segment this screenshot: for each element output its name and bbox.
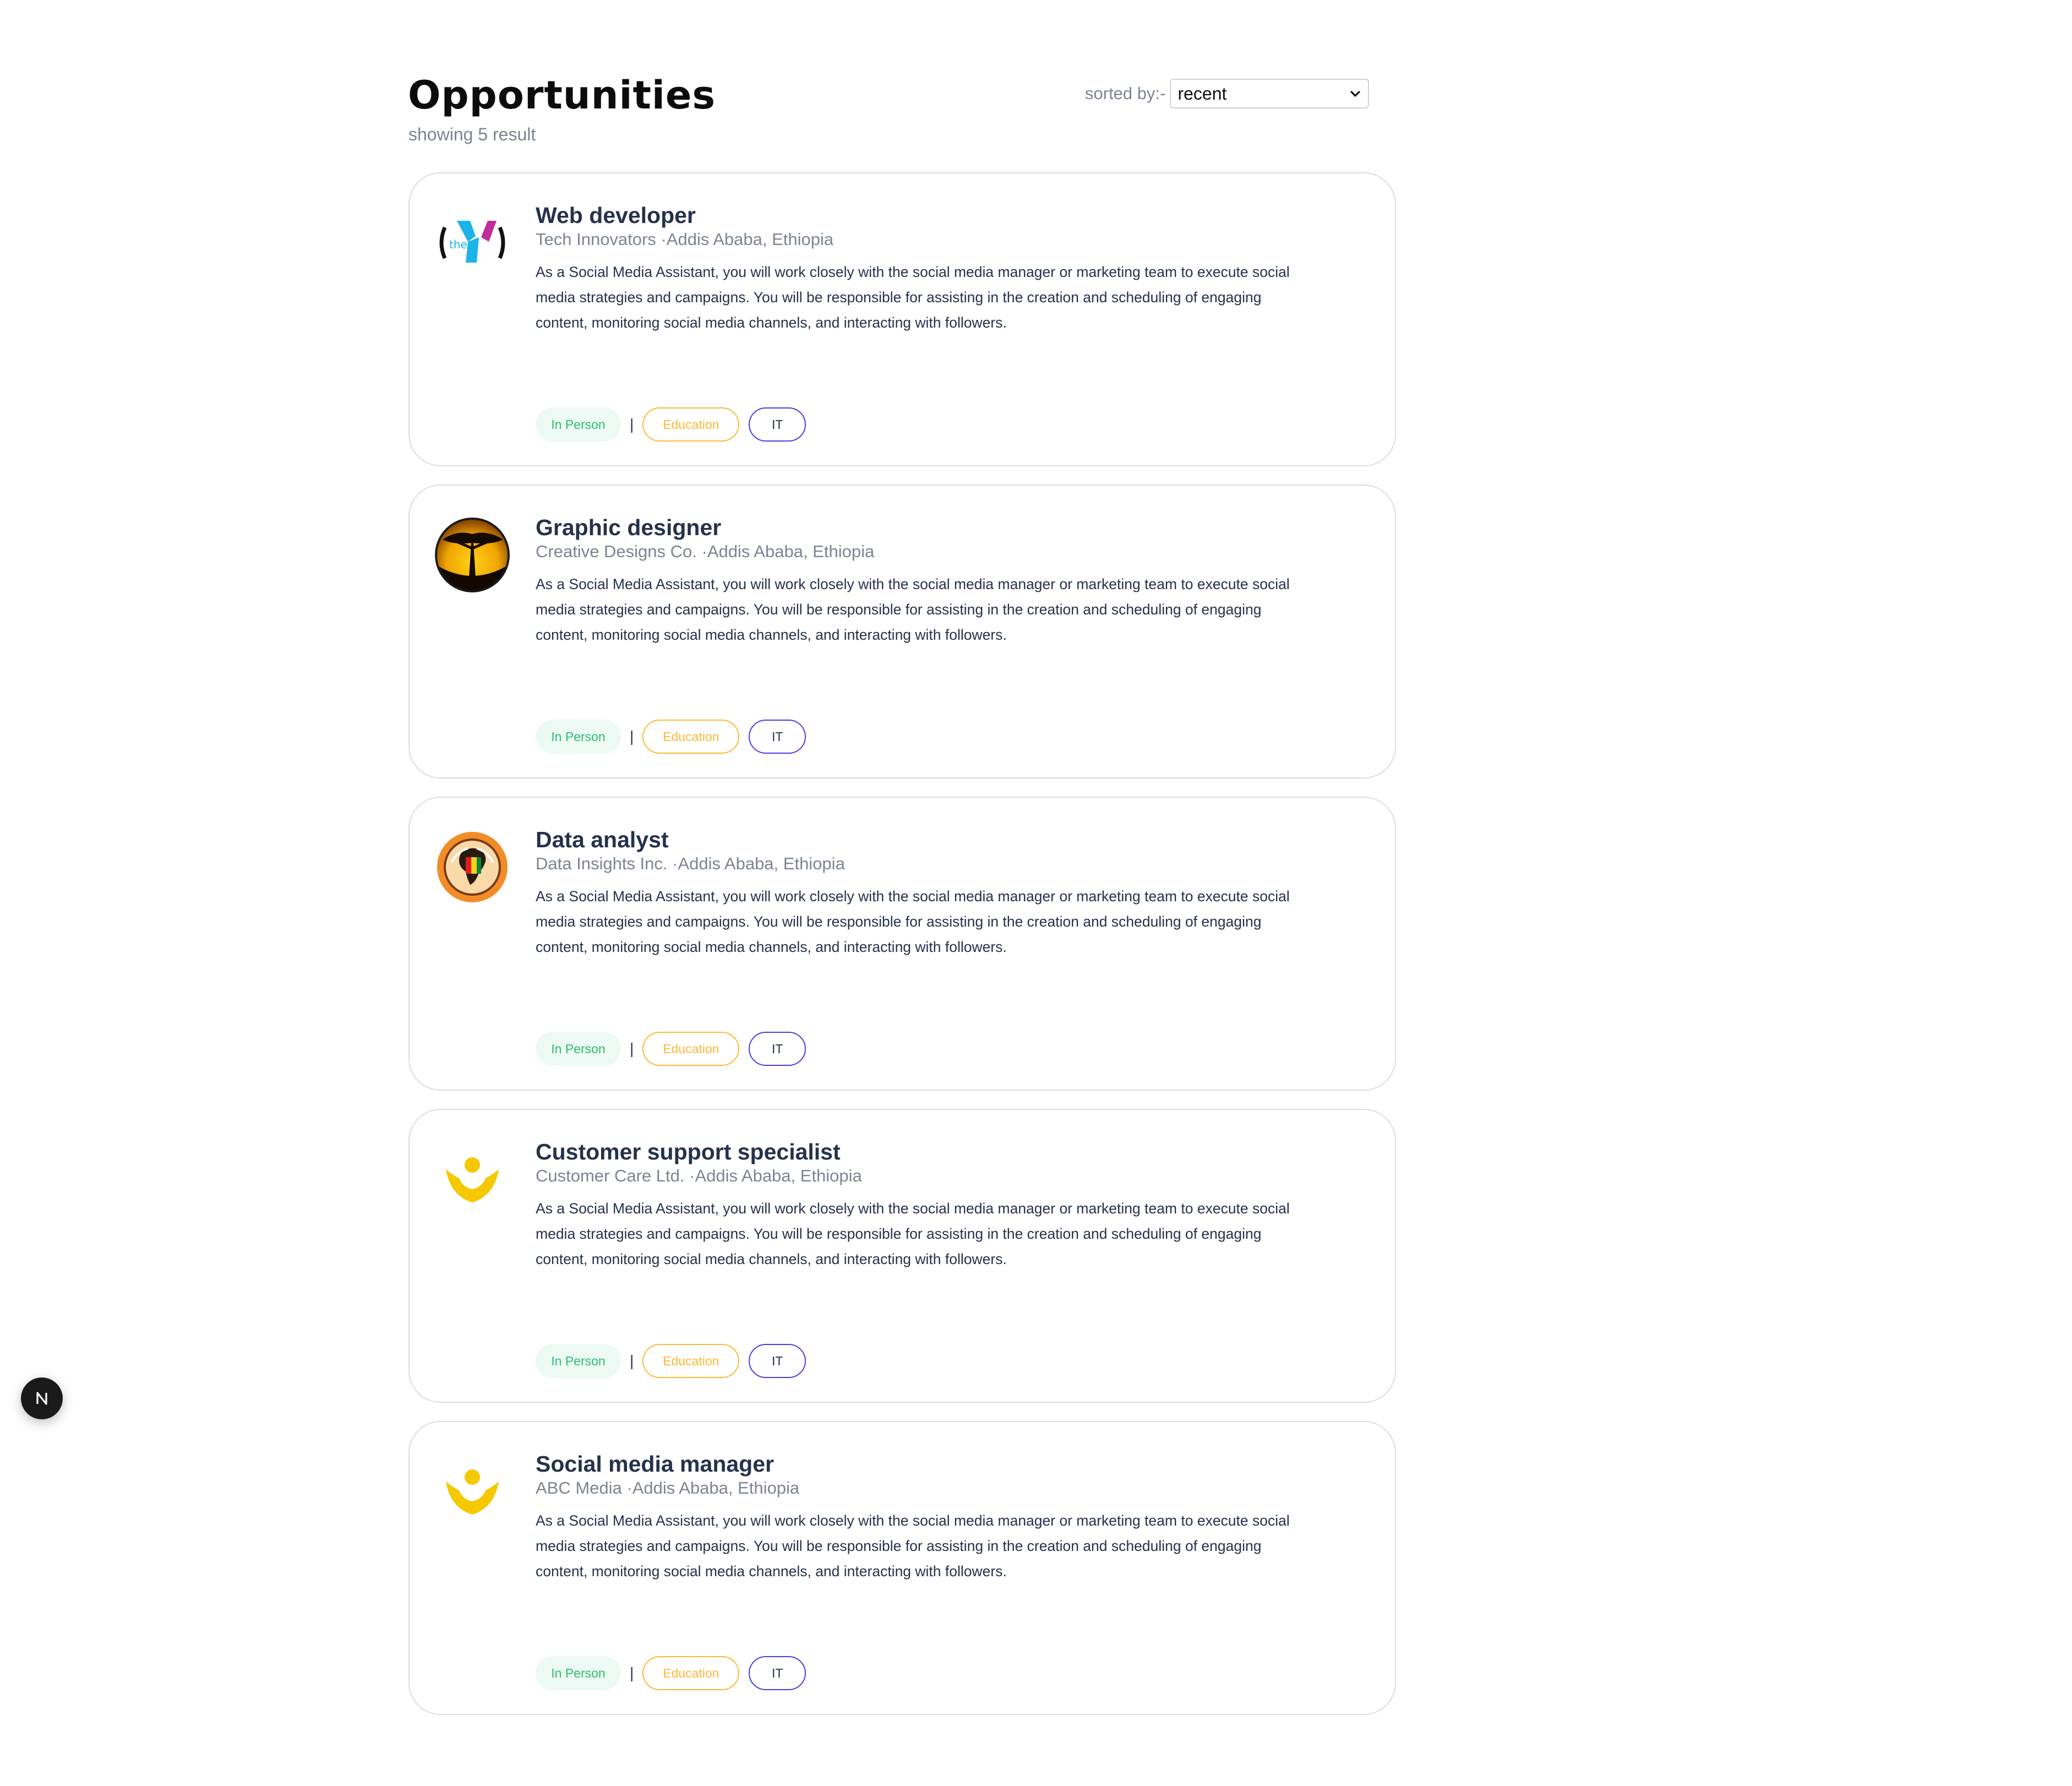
yellow-figure-logo-icon xyxy=(435,1454,510,1529)
acacia-tree-logo-icon xyxy=(435,518,510,592)
job-card[interactable]: the Web developer Tech Innovators ·Addis… xyxy=(408,172,1396,466)
job-title[interactable]: Graphic designer xyxy=(536,515,1317,540)
job-meta: Customer Care Ltd. ·Addis Ababa, Ethiopi… xyxy=(536,1166,1317,1186)
sort-select-value: recent xyxy=(1177,83,1227,104)
africa-badge-logo-icon xyxy=(435,830,510,905)
company-name: Customer Care Ltd. xyxy=(536,1166,685,1186)
sort-select[interactable]: recent xyxy=(1170,79,1370,108)
company-name: Tech Innovators xyxy=(536,230,656,249)
tag-in-person: In Person xyxy=(536,1032,621,1066)
job-card-body: Data analyst Data Insights Inc. ·Addis A… xyxy=(536,827,1317,960)
job-location: ·Addis Ababa, Ethiopia xyxy=(701,542,875,562)
job-tags: In Person | Education IT xyxy=(536,1656,806,1690)
job-title[interactable]: Data analyst xyxy=(536,827,1317,852)
job-description: As a Social Media Assistant, you will wo… xyxy=(536,264,1290,331)
tag-it: IT xyxy=(749,1656,806,1690)
company-name: Creative Designs Co. xyxy=(536,542,697,562)
job-location: ·Addis Ababa, Ethiopia xyxy=(661,230,834,249)
job-card-body: Customer support specialist Customer Car… xyxy=(536,1139,1317,1272)
nextjs-dev-badge[interactable] xyxy=(21,1377,63,1419)
job-description: As a Social Media Assistant, you will wo… xyxy=(536,576,1290,644)
tag-in-person: In Person xyxy=(536,1656,621,1690)
job-card[interactable]: Social media manager ABC Media ·Addis Ab… xyxy=(408,1421,1396,1715)
job-tags: In Person | Education IT xyxy=(536,720,806,754)
chevron-down-icon xyxy=(1350,91,1361,97)
tag-separator: | xyxy=(630,416,634,433)
sort-control: sorted by:- recent xyxy=(1085,79,1370,108)
company-name: Data Insights Inc. xyxy=(536,854,668,874)
page-header: Opportunities showing 5 result sorted by… xyxy=(408,0,1399,171)
nextjs-n-icon xyxy=(36,1392,47,1405)
tag-it: IT xyxy=(749,1032,806,1066)
job-location: ·Addis Ababa, Ethiopia xyxy=(689,1166,862,1186)
job-meta: ABC Media ·Addis Ababa, Ethiopia xyxy=(536,1478,1317,1498)
job-title[interactable]: Social media manager xyxy=(536,1451,1317,1477)
job-tags: In Person | Education IT xyxy=(536,1032,806,1066)
job-title[interactable]: Customer support specialist xyxy=(536,1139,1317,1164)
job-card[interactable]: Graphic designer Creative Designs Co. ·A… xyxy=(408,484,1396,778)
job-meta: Data Insights Inc. ·Addis Ababa, Ethiopi… xyxy=(536,853,1317,874)
tag-education: Education xyxy=(642,1656,740,1690)
opportunities-page: Opportunities showing 5 result sorted by… xyxy=(408,0,1399,1715)
job-card[interactable]: Customer support specialist Customer Car… xyxy=(408,1109,1396,1403)
tag-in-person: In Person xyxy=(536,720,621,754)
tag-education: Education xyxy=(642,1344,740,1378)
job-card-body: Web developer Tech Innovators ·Addis Aba… xyxy=(536,203,1317,335)
job-location: ·Addis Ababa, Ethiopia xyxy=(626,1478,800,1498)
tag-in-person: In Person xyxy=(536,407,621,442)
job-meta: Creative Designs Co. ·Addis Ababa, Ethio… xyxy=(536,541,1317,562)
tag-it: IT xyxy=(749,407,806,442)
company-name: ABC Media xyxy=(536,1478,622,1498)
job-description: As a Social Media Assistant, you will wo… xyxy=(536,1512,1290,1580)
tag-separator: | xyxy=(630,728,634,745)
tag-separator: | xyxy=(630,1352,634,1369)
job-description: As a Social Media Assistant, you will wo… xyxy=(536,888,1290,956)
job-card[interactable]: Data analyst Data Insights Inc. ·Addis A… xyxy=(408,797,1396,1091)
job-card-body: Graphic designer Creative Designs Co. ·A… xyxy=(536,515,1317,647)
tag-separator: | xyxy=(630,1040,634,1057)
job-list: the Web developer Tech Innovators ·Addis… xyxy=(408,172,1396,1733)
svg-text:the: the xyxy=(449,238,467,251)
job-tags: In Person | Education IT xyxy=(536,1344,806,1378)
tag-in-person: In Person xyxy=(536,1344,621,1378)
result-count: showing 5 result xyxy=(408,124,536,144)
job-meta: Tech Innovators ·Addis Ababa, Ethiopia xyxy=(536,229,1317,249)
sort-label: sorted by:- xyxy=(1085,84,1166,103)
tag-education: Education xyxy=(642,407,740,442)
tag-it: IT xyxy=(749,720,806,754)
tag-education: Education xyxy=(642,1032,740,1066)
tag-education: Education xyxy=(642,720,740,754)
job-tags: In Person | Education IT xyxy=(536,407,806,442)
yellow-figure-logo-icon xyxy=(435,1142,510,1217)
tag-separator: | xyxy=(630,1664,634,1681)
job-title[interactable]: Web developer xyxy=(536,203,1317,228)
ymca-logo-icon: the xyxy=(435,205,510,280)
page-title: Opportunities xyxy=(408,73,716,118)
job-card-body: Social media manager ABC Media ·Addis Ab… xyxy=(536,1451,1317,1584)
job-location: ·Addis Ababa, Ethiopia xyxy=(672,854,845,874)
job-description: As a Social Media Assistant, you will wo… xyxy=(536,1200,1290,1268)
tag-it: IT xyxy=(749,1344,806,1378)
